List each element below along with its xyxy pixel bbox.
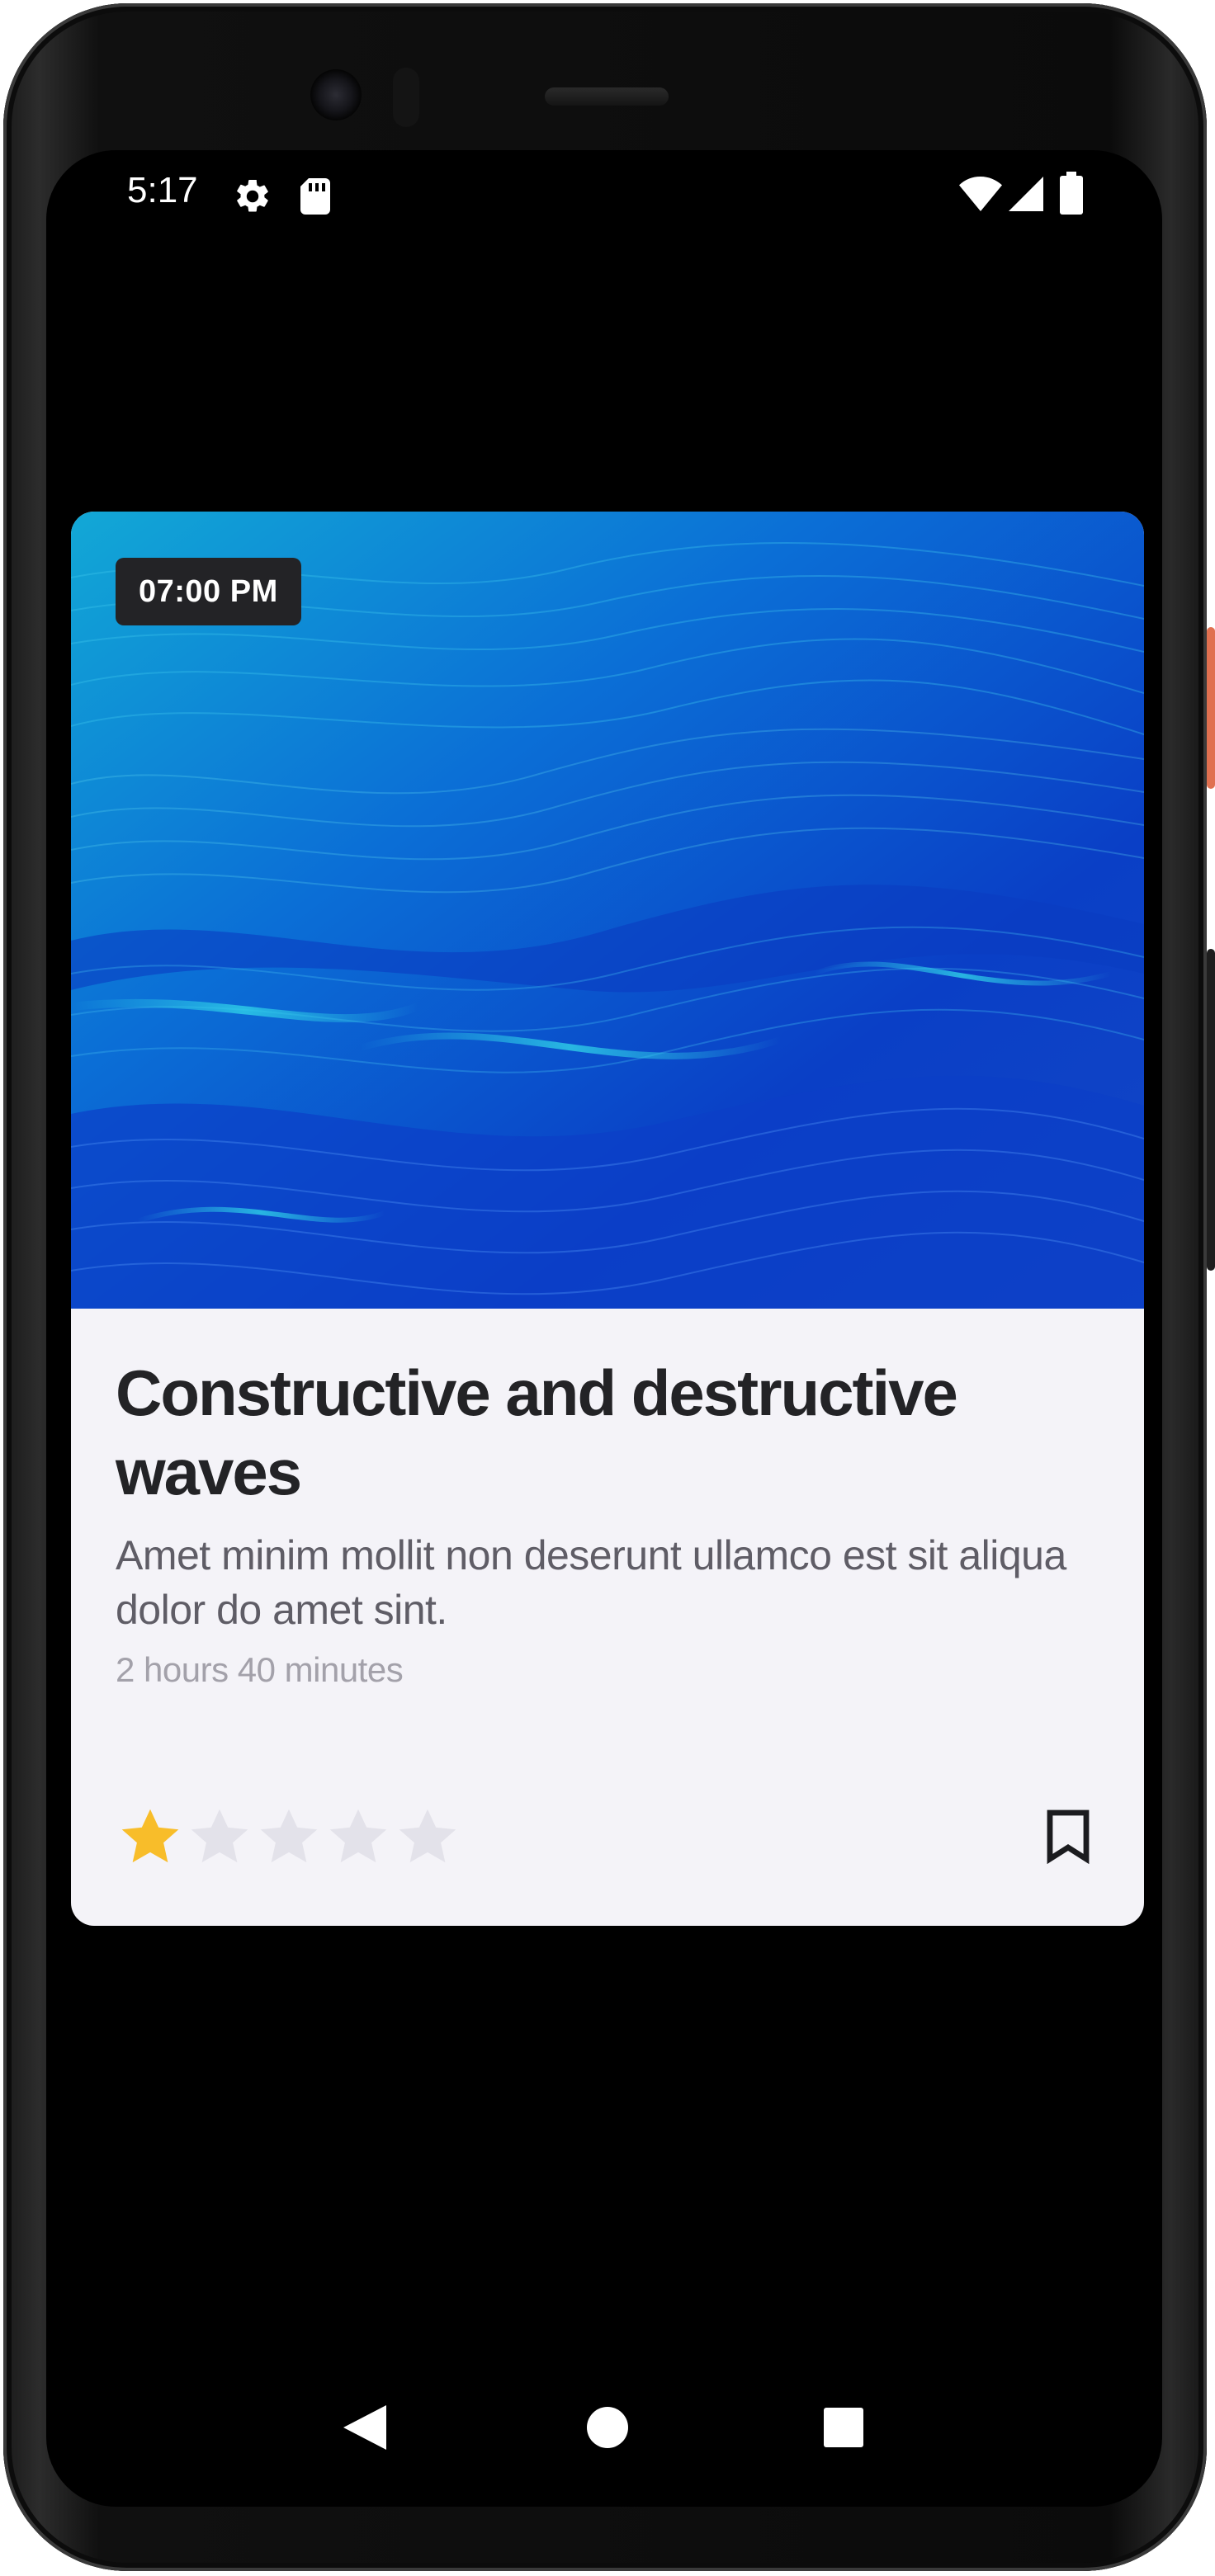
back-icon[interactable]: [315, 2378, 414, 2477]
status-time: 5:17: [127, 170, 198, 210]
star-filled-icon[interactable]: [116, 1802, 185, 1873]
star-empty-icon[interactable]: [185, 1802, 254, 1873]
time-badge: 07:00 PM: [116, 558, 301, 625]
star-empty-icon[interactable]: [324, 1802, 393, 1873]
front-camera: [310, 69, 362, 120]
navigation-bar: [46, 2378, 1162, 2477]
screen: 5:17 07:00 PM Constructive and destructi…: [46, 150, 1162, 2507]
signal-icon: [1007, 175, 1043, 217]
star-empty-icon[interactable]: [393, 1802, 462, 1873]
volume-button: [1207, 949, 1215, 1271]
bookmark-icon[interactable]: [1037, 1805, 1099, 1868]
article-card[interactable]: 07:00 PM Constructive and destructive wa…: [71, 512, 1144, 1926]
sd-card-icon: [299, 177, 335, 220]
power-button: [1207, 627, 1215, 789]
card-duration: 2 hours 40 minutes: [116, 1650, 404, 1689]
card-description: Amet minim mollit non deserunt ullamco e…: [116, 1532, 1066, 1633]
wifi-icon: [959, 175, 1002, 217]
card-title: Constructive and destructive waves: [116, 1356, 958, 1508]
battery-icon: [1060, 172, 1083, 219]
settings-icon: [233, 177, 272, 220]
blue-waves-image: 07:00 PM: [71, 512, 1144, 1309]
status-bar: 5:17: [46, 150, 1162, 241]
recents-icon[interactable]: [794, 2378, 893, 2477]
star-empty-icon[interactable]: [254, 1802, 324, 1873]
star-rating[interactable]: [116, 1802, 462, 1873]
earpiece-speaker: [545, 87, 669, 106]
home-icon[interactable]: [558, 2378, 657, 2477]
proximity-sensor: [393, 68, 419, 127]
